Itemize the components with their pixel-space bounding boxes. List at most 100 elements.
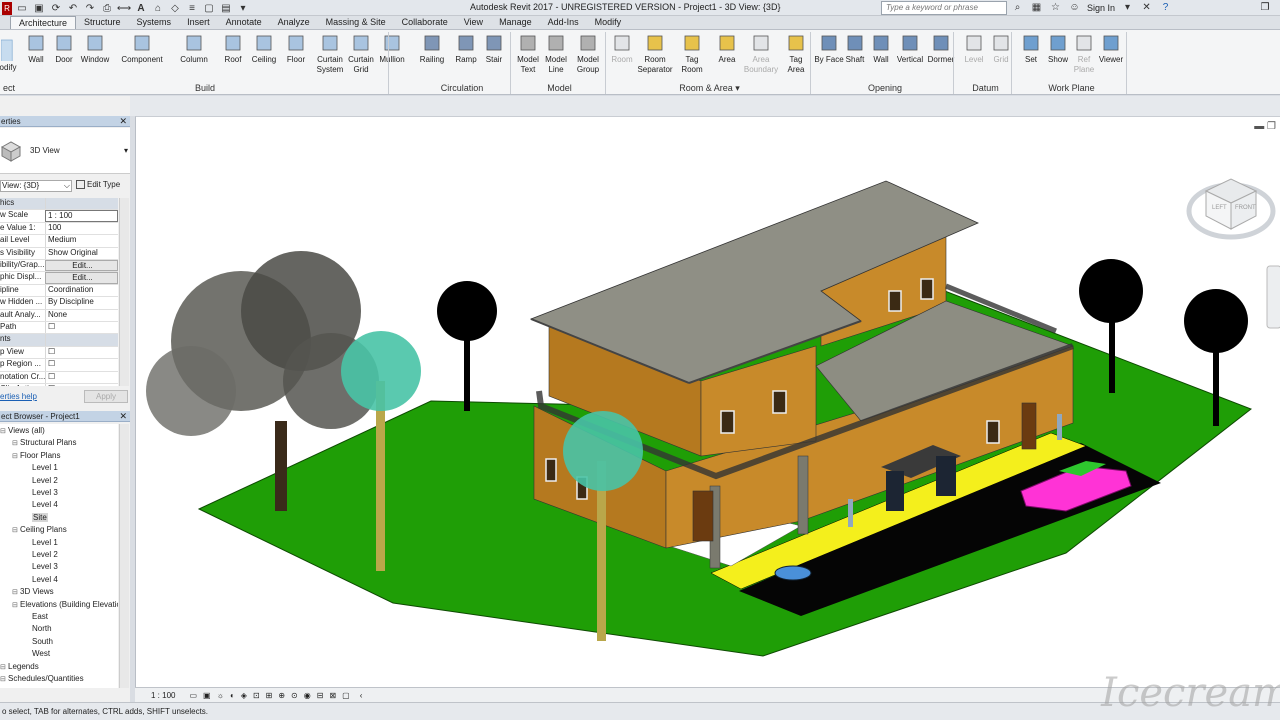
property-value[interactable]: Medium bbox=[45, 235, 118, 247]
panel-label-model[interactable]: Model bbox=[512, 83, 607, 93]
room-area-tag-room-button[interactable]: Tag Room bbox=[677, 33, 707, 75]
tab-annotate[interactable]: Annotate bbox=[218, 16, 270, 29]
opening-wall-button[interactable]: Wall bbox=[866, 33, 896, 65]
tree-item[interactable]: ⊟ 3D Views bbox=[12, 586, 54, 598]
properties-scrollbar[interactable] bbox=[119, 198, 129, 386]
panel-label-opening[interactable]: Opening bbox=[815, 83, 955, 93]
model-model-text-button[interactable]: Model Text bbox=[513, 33, 543, 75]
opening-dormer-button[interactable]: Dormer bbox=[926, 33, 956, 65]
redo-icon[interactable]: ↷ bbox=[83, 2, 97, 15]
switch-windows-icon[interactable]: ▤ bbox=[219, 2, 233, 15]
tree-item[interactable]: North bbox=[24, 623, 52, 635]
property-row[interactable]: w Hidden ... By Discipline bbox=[0, 297, 118, 310]
crop-view-icon[interactable]: ⊡ bbox=[253, 691, 260, 700]
3d-view-icon[interactable]: ⌂ bbox=[151, 2, 165, 15]
expand-icon[interactable]: ⊟ bbox=[0, 674, 8, 686]
property-row[interactable]: ail Level Medium bbox=[0, 235, 118, 248]
property-value[interactable]: ☐ bbox=[45, 322, 118, 334]
work-plane-set-button[interactable]: Set bbox=[1016, 33, 1046, 65]
edit-type-button[interactable]: Edit Type bbox=[76, 180, 120, 189]
property-row[interactable]: Path ☐ bbox=[0, 322, 118, 335]
tab-view[interactable]: View bbox=[456, 16, 491, 29]
panel-label-room-area[interactable]: Room & Area ▾ bbox=[607, 83, 812, 94]
tree-item[interactable]: Level 1 bbox=[24, 462, 58, 474]
model-model-group-button[interactable]: Model Group bbox=[573, 33, 603, 75]
expand-icon[interactable]: ⊟ bbox=[12, 600, 20, 612]
instance-selector[interactable]: View: {3D} ⌵ bbox=[0, 180, 72, 192]
tab-manage[interactable]: Manage bbox=[491, 16, 540, 29]
print-icon[interactable]: ⎙ bbox=[100, 2, 114, 15]
build-door-button[interactable]: Door bbox=[49, 33, 79, 65]
tree-item[interactable]: ⊟ Ceiling Plans bbox=[12, 524, 67, 536]
room-area-area-boundary-button[interactable]: Area Boundary bbox=[744, 33, 778, 75]
text-icon[interactable]: A bbox=[134, 2, 148, 15]
property-row[interactable]: phic Displ... Edit... bbox=[0, 272, 118, 285]
tree-item[interactable]: ⊟ Views (all) bbox=[0, 425, 45, 437]
property-value[interactable]: None bbox=[45, 309, 118, 321]
thin-lines-icon[interactable]: ≡ bbox=[185, 2, 199, 15]
tree-item[interactable]: Level 3 bbox=[24, 561, 58, 573]
panel-label-datum[interactable]: Datum bbox=[958, 83, 1013, 93]
property-row[interactable]: p View ☐ bbox=[0, 346, 118, 360]
modify-button[interactable]: odify bbox=[0, 33, 16, 73]
properties-help-link[interactable]: erties help bbox=[0, 392, 37, 401]
tab-add-ins[interactable]: Add-Ins bbox=[540, 16, 587, 29]
panel-label-build[interactable]: Build bbox=[20, 83, 390, 93]
expand-icon[interactable]: ⊟ bbox=[0, 662, 8, 674]
restore-icon[interactable]: ❐ bbox=[1252, 0, 1278, 15]
worksharing-icon[interactable]: ⊟ bbox=[317, 691, 324, 700]
property-value[interactable]: 1 : 100 bbox=[45, 210, 118, 222]
tree-item[interactable]: West bbox=[24, 648, 50, 660]
property-row[interactable]: e Value 1: 100 bbox=[0, 222, 118, 236]
build-roof-button[interactable]: Roof bbox=[218, 33, 248, 65]
navigation-bar[interactable] bbox=[1266, 265, 1280, 329]
viewbar-scroll-left-icon[interactable]: ‹ bbox=[360, 691, 363, 700]
property-value[interactable]: By Discipline bbox=[45, 297, 118, 309]
tab-architecture[interactable]: Architecture bbox=[10, 16, 77, 29]
type-dropdown-icon[interactable]: ▾ bbox=[124, 146, 128, 155]
room-area-area-button[interactable]: Area bbox=[712, 33, 742, 65]
work-plane-viewer-button[interactable]: Viewer bbox=[1096, 33, 1126, 65]
reveal-hidden-icon[interactable]: ◉ bbox=[304, 691, 311, 700]
tree-item[interactable]: South bbox=[24, 636, 53, 648]
panel-label-circulation[interactable]: Circulation bbox=[412, 83, 512, 93]
build-floor-button[interactable]: Floor bbox=[281, 33, 311, 65]
room-area-tag-area-button[interactable]: Tag Area bbox=[781, 33, 811, 75]
exchange-icon[interactable]: ✕ bbox=[1140, 1, 1153, 14]
circulation-stair-button[interactable]: Stair bbox=[479, 33, 509, 65]
property-row[interactable]: w Scale 1 : 100 bbox=[0, 210, 118, 223]
sun-path-icon[interactable]: ☼ bbox=[217, 691, 224, 700]
tab-collaborate[interactable]: Collaborate bbox=[394, 16, 456, 29]
work-plane-ref-plane-button[interactable]: Ref Plane bbox=[1069, 33, 1099, 75]
tab-modify[interactable]: Modify bbox=[587, 16, 630, 29]
apply-button[interactable]: Apply bbox=[84, 390, 128, 403]
visual-style-icon[interactable]: ▣ bbox=[203, 691, 211, 700]
room-area-room-button[interactable]: Room bbox=[607, 33, 637, 65]
canvas-window-controls[interactable]: ▬ ❐ bbox=[1254, 121, 1276, 132]
user-icon[interactable]: ☺ bbox=[1068, 1, 1081, 14]
section-icon[interactable]: ◇ bbox=[168, 2, 182, 15]
qat-dropdown-icon[interactable]: ▾ bbox=[236, 2, 250, 15]
tab-massing-site[interactable]: Massing & Site bbox=[318, 16, 394, 29]
render-icon[interactable]: ◈ bbox=[241, 691, 247, 700]
tree-item[interactable]: ⊟ Schedules/Quantities bbox=[0, 673, 84, 685]
close-icon[interactable]: ✕ bbox=[119, 116, 127, 127]
tree-item[interactable]: Level 4 bbox=[24, 499, 58, 511]
build-ceiling-button[interactable]: Ceiling bbox=[249, 33, 279, 65]
expand-icon[interactable]: ⊟ bbox=[12, 451, 20, 463]
subscription-icon[interactable]: ▦ bbox=[1030, 1, 1043, 14]
help-icon[interactable]: ? bbox=[1159, 1, 1172, 14]
detail-level-icon[interactable]: ▭ bbox=[189, 691, 197, 700]
property-row[interactable]: s Visibility Show Original bbox=[0, 247, 118, 260]
undo-icon[interactable]: ↶ bbox=[66, 2, 80, 15]
tree-item[interactable]: ⊟ Elevations (Building Elevation bbox=[12, 599, 118, 611]
show-crop-icon[interactable]: ⊞ bbox=[266, 691, 273, 700]
expand-icon[interactable]: ⊟ bbox=[0, 426, 8, 438]
property-value[interactable]: ☐ bbox=[45, 359, 118, 371]
property-value[interactable]: ☐ bbox=[45, 346, 118, 359]
property-row[interactable]: ibility/Grap... Edit... bbox=[0, 260, 118, 273]
favorites-icon[interactable]: ☆ bbox=[1049, 1, 1062, 14]
tree-item[interactable]: Level 2 bbox=[24, 475, 58, 487]
lock-view-icon[interactable]: ⊕ bbox=[278, 691, 285, 700]
build-curtain-grid-button[interactable]: Curtain Grid bbox=[346, 33, 376, 75]
